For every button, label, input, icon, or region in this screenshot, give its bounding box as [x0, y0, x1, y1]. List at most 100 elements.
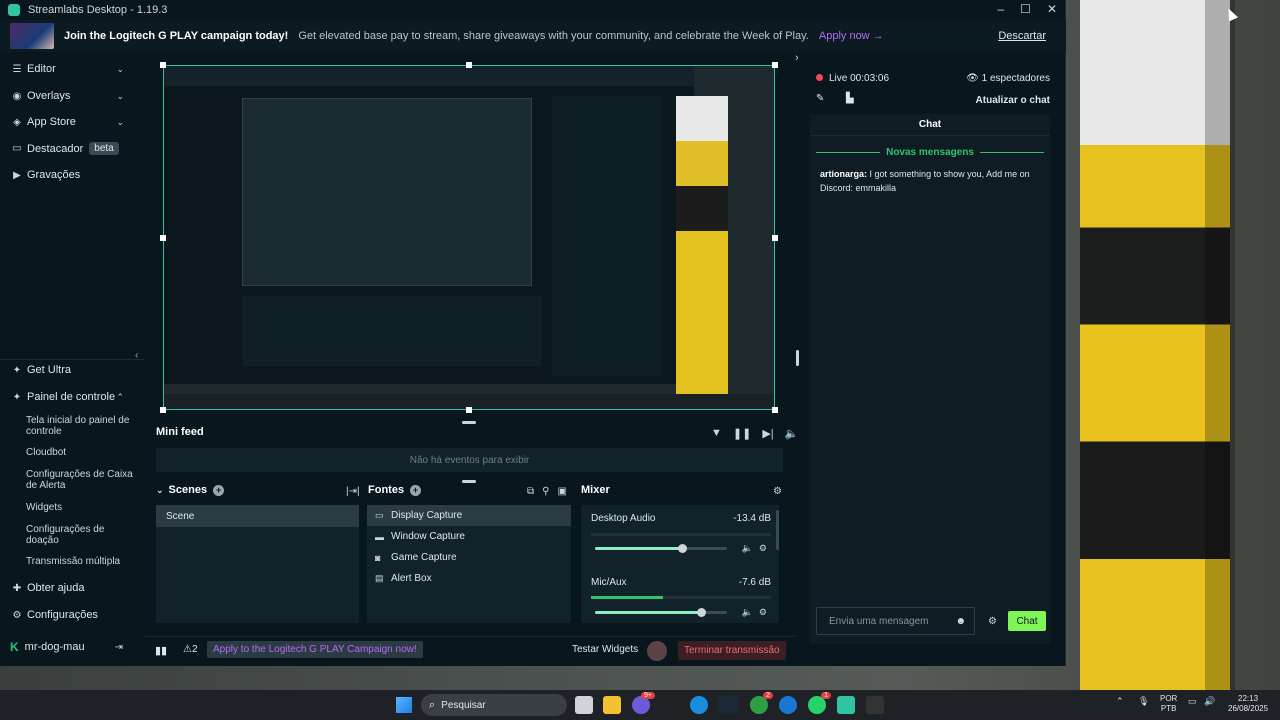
- network-icon[interactable]: ▭: [1188, 696, 1197, 707]
- mixer-settings-icon[interactable]: ⚙: [773, 486, 782, 497]
- skip-icon[interactable]: ▶|: [762, 427, 773, 440]
- discord-icon[interactable]: 9+: [632, 692, 655, 714]
- collapse-sidebar-icon[interactable]: ‹: [135, 350, 138, 361]
- slider-knob[interactable]: [678, 544, 688, 553]
- dismiss-banner-link[interactable]: Descartar: [998, 30, 1046, 42]
- source-item-display-capture[interactable]: ▭ Display Capture: [367, 505, 571, 526]
- filter-icon[interactable]: ▼: [711, 427, 722, 440]
- sidebar-sub-donation-settings[interactable]: Configurações de doação: [26, 524, 136, 546]
- source-lock-icon[interactable]: ⚲: [542, 486, 549, 497]
- refresh-chat-button[interactable]: Atualizar o chat: [976, 95, 1050, 106]
- resize-handle[interactable]: [466, 62, 472, 68]
- apply-now-link[interactable]: Apply now →: [819, 30, 884, 42]
- sidebar-sub-widgets[interactable]: Widgets: [26, 502, 136, 513]
- title-bar[interactable]: Streamlabs Desktop - 1.19.3 – ☐ ✕: [0, 0, 1065, 20]
- system-clock[interactable]: 22:13 26/08/2025: [1228, 694, 1268, 714]
- sidebar-divider: [0, 359, 145, 360]
- sidebar-item-overlays[interactable]: ◉ Overlays ⌄: [12, 90, 140, 102]
- taskbar-search[interactable]: ⌕ Pesquisar: [421, 694, 567, 716]
- chevron-down-icon[interactable]: ⌄: [156, 485, 164, 496]
- campaign-promo-button[interactable]: Apply to the Logitech G PLAY Campaign no…: [207, 641, 423, 658]
- resize-handle[interactable]: [772, 407, 778, 413]
- source-item-game-capture[interactable]: ◙ Game Capture: [367, 547, 571, 568]
- avatar[interactable]: [647, 641, 667, 661]
- scene-transitions-icon[interactable]: |⇥|: [346, 486, 360, 497]
- sidebar-item-settings[interactable]: ⚙ Configurações: [12, 609, 140, 621]
- logout-icon[interactable]: ⇥: [115, 642, 123, 653]
- xbox-icon[interactable]: 2: [750, 692, 773, 714]
- mute-icon[interactable]: 🔈: [742, 607, 753, 618]
- volume-slider[interactable]: [595, 608, 727, 617]
- sidebar-item-highlighter[interactable]: ▭ Destacador beta: [12, 142, 140, 155]
- resize-handle[interactable]: [160, 407, 166, 413]
- user-account-row[interactable]: K mr-dog-mau ⇥: [0, 636, 145, 658]
- edit-stream-icon[interactable]: ✎: [816, 93, 824, 104]
- sidebar-sub-multistream[interactable]: Transmissão múltipla: [26, 556, 136, 567]
- task-view-icon[interactable]: [575, 696, 593, 714]
- sidebar-sub-dashboard-home[interactable]: Tela inicial do painel de controle: [26, 415, 136, 437]
- pause-icon[interactable]: ❚❚: [733, 427, 751, 440]
- volume-slider[interactable]: [595, 544, 727, 553]
- emoji-icon[interactable]: ☻: [955, 616, 966, 627]
- sidebar-item-editor[interactable]: ☰ Editor ⌄: [12, 63, 140, 75]
- source-item-alert-box[interactable]: ▤ Alert Box: [367, 568, 571, 589]
- minimize-button[interactable]: –: [997, 2, 1004, 16]
- windows-start-icon[interactable]: [396, 697, 412, 713]
- vertical-splitter[interactable]: [796, 350, 799, 366]
- audio-app-icon[interactable]: [661, 696, 679, 714]
- help-icon: ✚: [12, 582, 22, 594]
- sidebar-item-app-store[interactable]: ◈ App Store ⌄: [12, 116, 140, 128]
- mute-icon[interactable]: 🔈: [742, 543, 753, 554]
- speaker-icon[interactable]: 🔊: [1204, 696, 1215, 707]
- preview-nested-panels: [242, 296, 542, 366]
- scene-item[interactable]: Scene: [156, 505, 359, 527]
- add-source-button[interactable]: +: [410, 484, 422, 496]
- maximize-button[interactable]: ☐: [1020, 2, 1031, 16]
- add-scene-button[interactable]: +: [213, 484, 225, 496]
- resize-handle[interactable]: [160, 235, 166, 241]
- sidebar-item-help[interactable]: ✚ Obter ajuda: [12, 582, 140, 594]
- chat-message-input[interactable]: Envia uma mensagem ☻: [816, 607, 975, 635]
- sidebar-item-get-ultra[interactable]: ✦ Get Ultra: [12, 364, 140, 376]
- edge-icon[interactable]: [779, 696, 797, 714]
- channel-settings-icon[interactable]: ⚙: [759, 543, 767, 554]
- chat-settings-icon[interactable]: ⚙: [988, 616, 997, 627]
- performance-stats-icon[interactable]: ▮▮: [155, 644, 167, 657]
- stream-preview[interactable]: [163, 65, 775, 410]
- chevron-right-icon[interactable]: ›: [795, 52, 799, 64]
- resize-handle[interactable]: [160, 62, 166, 68]
- mixer-scrollbar[interactable]: [776, 510, 779, 550]
- streamlabs-taskbar-icon[interactable]: [837, 696, 855, 714]
- resize-handle[interactable]: [772, 62, 778, 68]
- horizontal-splitter[interactable]: [462, 480, 476, 483]
- game-icon[interactable]: [866, 696, 884, 714]
- sidebar-item-recordings[interactable]: ▶ Gravações: [12, 169, 140, 181]
- sidebar-sub-cloudbot[interactable]: Cloudbot: [26, 447, 136, 458]
- browser-icon[interactable]: [690, 696, 708, 714]
- studio-icon[interactable]: ▙: [846, 93, 854, 104]
- whatsapp-icon[interactable]: 1: [808, 692, 831, 714]
- resize-handle[interactable]: [772, 235, 778, 241]
- send-chat-button[interactable]: Chat: [1008, 611, 1046, 631]
- source-item-window-capture[interactable]: ▬ Window Capture: [367, 526, 571, 547]
- end-stream-button[interactable]: Terminar transmissão: [678, 641, 786, 660]
- sidebar-sub-alertbox-settings[interactable]: Configurações de Caixa de Alerta: [26, 469, 136, 491]
- steam-icon[interactable]: [719, 696, 737, 714]
- channel-settings-icon[interactable]: ⚙: [759, 607, 767, 618]
- test-widgets-button[interactable]: Testar Widgets: [572, 644, 638, 655]
- language-indicator[interactable]: POR PTB: [1160, 694, 1177, 714]
- sources-list: ▭ Display Capture ▬ Window Capture ◙ Gam…: [367, 505, 571, 623]
- source-folder-icon[interactable]: ⧉: [527, 486, 534, 497]
- chevron-up-icon[interactable]: ⌃: [1116, 696, 1124, 707]
- preview-pillar: [676, 96, 728, 396]
- microphone-icon[interactable]: 🎙: [1138, 696, 1149, 707]
- slider-knob[interactable]: [696, 608, 706, 617]
- alerts-indicator[interactable]: ⚠2: [183, 644, 198, 655]
- resize-handle[interactable]: [466, 407, 472, 413]
- horizontal-splitter[interactable]: [462, 421, 476, 424]
- add-folder-icon[interactable]: ▣: [557, 486, 566, 497]
- close-button[interactable]: ✕: [1047, 2, 1057, 16]
- sidebar-item-dashboard[interactable]: ✦ Painel de controle ⌃: [12, 391, 140, 403]
- volume-icon[interactable]: 🔈: [785, 427, 799, 440]
- file-explorer-icon[interactable]: [603, 696, 621, 714]
